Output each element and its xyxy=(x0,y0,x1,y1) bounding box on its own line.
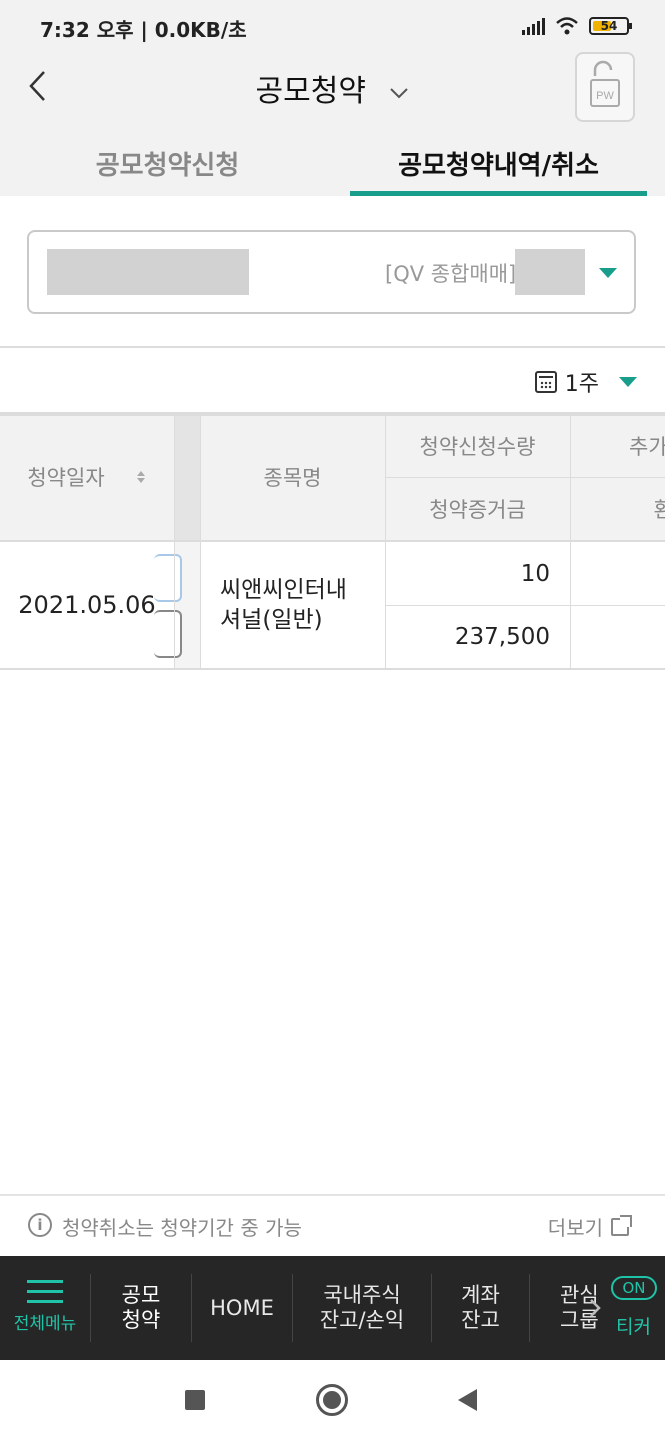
recent-apps-icon[interactable] xyxy=(185,1390,205,1410)
hamburger-icon xyxy=(27,1279,63,1304)
header-date[interactable]: 청약일자 xyxy=(0,414,174,540)
header-qty: 청약신청수량 xyxy=(385,414,570,477)
password-button[interactable]: PW xyxy=(575,52,635,122)
back-triangle-icon[interactable] xyxy=(458,1389,477,1411)
wifi-icon xyxy=(556,17,578,35)
top-area: 7:32 오후 | 0.0KB/초 54 공모청약 PW 공모청약신청 공모청약… xyxy=(0,0,665,196)
row-qty: 10 xyxy=(520,560,550,587)
system-nav-bar xyxy=(0,1360,665,1440)
nav-domestic-l2: 잔고/손익 xyxy=(319,1308,405,1332)
nav-account-balance[interactable]: 계좌 잔고 xyxy=(432,1256,529,1360)
dropdown-arrow-icon xyxy=(599,268,617,278)
header-extra-bottom-label: 환 xyxy=(653,497,665,522)
header-deposit: 청약증거금 xyxy=(385,477,570,540)
more-label: 더보기 xyxy=(547,1216,603,1240)
ticker-toggle[interactable]: ON xyxy=(611,1276,657,1300)
account-type: [QV 종합매매] xyxy=(385,262,517,286)
nav-account-l2: 잔고 xyxy=(461,1308,500,1332)
nav-ipo-l1: 공모 xyxy=(121,1283,161,1307)
bottom-nav: 전체메뉴 공모 청약 HOME 국내주식 잔고/손익 계좌 잔고 관심 그룹 O… xyxy=(0,1256,665,1360)
page-title[interactable]: 공모청약 xyxy=(0,66,665,110)
external-link-icon xyxy=(611,1214,632,1236)
status-clock: 7:32 오후 xyxy=(40,18,134,42)
account-number-mask xyxy=(47,249,249,295)
pw-label: PW xyxy=(596,90,614,102)
nav-account-l1: 계좌 xyxy=(461,1283,500,1307)
nav-domestic-balance[interactable]: 국내주식 잔고/손익 xyxy=(293,1256,431,1360)
row-name-line1: 씨앤씨인터내 xyxy=(220,577,347,603)
content-card: [QV 종합매매] 1주 청약일자 종목명 청약신청수량 청약증거금 추가납 환… xyxy=(0,196,665,1196)
row-deposit: 237,500 xyxy=(454,623,550,650)
row-action-button-2[interactable] xyxy=(154,610,182,658)
status-icons: 54 xyxy=(522,16,632,36)
nav-domestic-l1: 국내주식 xyxy=(323,1283,401,1307)
header-name: 종목명 xyxy=(200,414,385,540)
nav-home-label: HOME xyxy=(210,1295,274,1320)
header-date-label: 청약일자 xyxy=(27,466,105,490)
nav-all-menu[interactable]: 전체메뉴 xyxy=(0,1256,90,1360)
nav-watch-group[interactable]: 관심 그룹 xyxy=(530,1256,630,1360)
battery-icon: 54 xyxy=(589,17,632,35)
battery-level: 54 xyxy=(600,19,618,33)
unlock-icon: PW xyxy=(590,60,620,107)
history-table: 청약일자 종목명 청약신청수량 청약증거금 추가납 환 2021.05.06 씨… xyxy=(0,414,665,670)
signal-icon xyxy=(522,17,545,35)
tab-apply[interactable]: 공모청약신청 xyxy=(0,130,335,196)
row-date: 2021.05.06 xyxy=(18,591,156,619)
header-extra-top-label: 추가납 xyxy=(629,434,665,459)
sort-icon xyxy=(136,471,145,483)
nav-all-menu-label: 전체메뉴 xyxy=(13,1313,77,1334)
header-extra-bottom: 환 xyxy=(570,477,665,540)
period-dropdown-icon xyxy=(619,377,637,387)
calendar-icon xyxy=(534,371,557,393)
nav-ipo[interactable]: 공모 청약 xyxy=(91,1256,191,1360)
account-name-mask xyxy=(515,249,585,295)
row-name-line2: 셔널(일반) xyxy=(220,607,323,633)
period-selector[interactable]: 1주 xyxy=(534,366,637,398)
filter-bar: 1주 xyxy=(0,346,665,414)
tab-history-cancel[interactable]: 공모청약내역/취소 xyxy=(350,130,647,196)
nav-ipo-l2: 청약 xyxy=(121,1308,161,1332)
status-time: 7:32 오후 | 0.0KB/초 xyxy=(40,14,247,43)
tab-bar: 공모청약신청 공모청약내역/취소 xyxy=(0,130,665,196)
notice-bar: i 청약취소는 청약기간 중 가능 더보기 xyxy=(0,1194,665,1256)
info-icon: i xyxy=(28,1213,52,1237)
status-network-speed: | 0.0KB/초 xyxy=(133,18,247,42)
header-divider xyxy=(174,414,200,540)
account-selector[interactable]: [QV 종합매매] xyxy=(27,230,636,314)
more-link[interactable]: 더보기 xyxy=(547,1212,632,1241)
chevron-right-icon[interactable] xyxy=(588,1297,602,1319)
header-extra-top: 추가납 xyxy=(570,414,665,477)
chevron-down-icon xyxy=(390,87,409,98)
period-value: 1주 xyxy=(564,372,599,397)
row-action-button-1[interactable] xyxy=(154,554,182,602)
page-title-text: 공모청약 xyxy=(255,74,366,109)
nav-home[interactable]: HOME xyxy=(192,1256,292,1360)
home-icon[interactable] xyxy=(316,1384,348,1416)
row-name[interactable]: 씨앤씨인터내 셔널(일반) xyxy=(200,542,385,668)
ticker-label: 티커 xyxy=(616,1316,651,1338)
row-action-divider xyxy=(154,542,200,668)
notice-text: 청약취소는 청약기간 중 가능 xyxy=(62,1216,302,1240)
